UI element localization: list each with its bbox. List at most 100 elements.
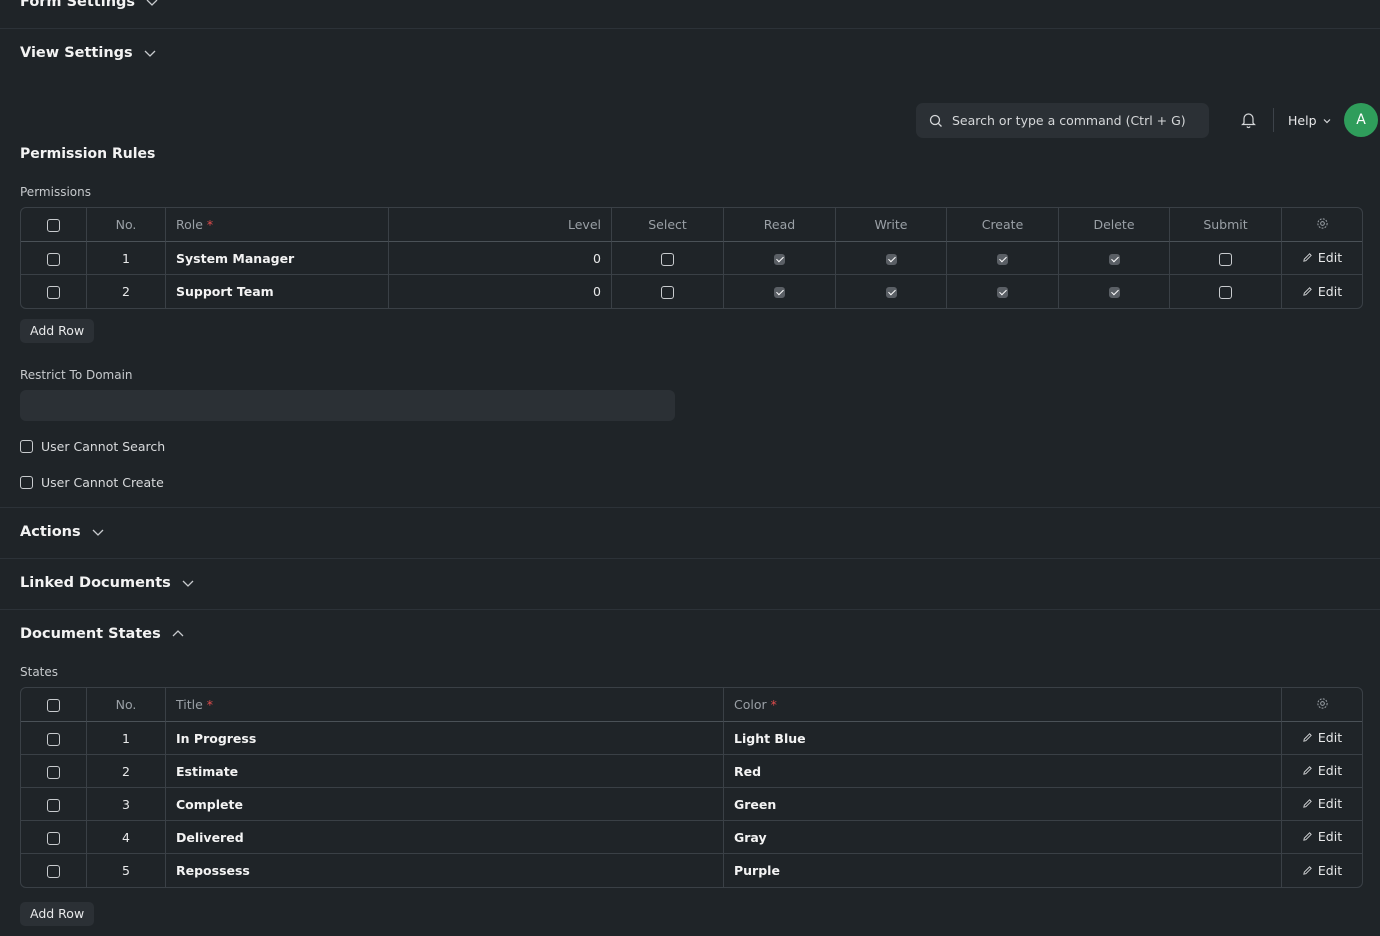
gear-icon	[1316, 217, 1328, 229]
row-color[interactable]: Light Blue	[724, 722, 1282, 755]
section-form-settings[interactable]: Form Settings	[20, 0, 159, 10]
states-label: States	[20, 665, 59, 679]
col-select: Select	[612, 208, 724, 242]
search-input[interactable]: Search or type a command (Ctrl + G)	[916, 103, 1209, 138]
permissions-add-row-button[interactable]: Add Row	[20, 319, 95, 343]
edit-row-button[interactable]: Edit	[1302, 250, 1342, 265]
row-title[interactable]: Repossess	[166, 854, 724, 887]
section-view-settings[interactable]: View Settings	[20, 45, 157, 61]
row-select-checkbox[interactable]	[47, 798, 60, 812]
column-settings-button[interactable]	[1282, 688, 1362, 722]
row-no: 3	[87, 788, 166, 821]
row-no: 4	[87, 821, 166, 854]
row-select-cell	[21, 821, 87, 854]
avatar[interactable]: A	[1344, 103, 1378, 137]
read-checkbox[interactable]	[774, 253, 785, 265]
row-no: 2	[87, 275, 166, 308]
row-select-checkbox[interactable]	[47, 286, 60, 299]
edit-label: Edit	[1317, 283, 1343, 299]
row-select-cell	[21, 854, 87, 887]
edit-row-button[interactable]: Edit	[1302, 829, 1342, 844]
user-cannot-search-field[interactable]: User Cannot Search	[20, 439, 165, 454]
create-checkbox[interactable]	[997, 287, 1008, 298]
delete-checkbox[interactable]	[1108, 253, 1120, 265]
row-select-cell	[21, 275, 87, 308]
row-title[interactable]: Estimate	[166, 755, 724, 788]
pencil-icon	[1303, 799, 1312, 808]
edit-row-button[interactable]: Edit	[1302, 284, 1342, 299]
help-dropdown[interactable]: Help	[1288, 113, 1332, 128]
notifications-button[interactable]	[1240, 111, 1257, 133]
edit-row-button[interactable]: Edit	[1302, 863, 1342, 878]
column-settings-button[interactable]	[1282, 208, 1362, 242]
row-edit-cell: Edit	[1282, 854, 1362, 887]
row-role[interactable]: System Manager	[166, 242, 389, 275]
col-read: Read	[724, 208, 836, 242]
states-add-row-button[interactable]: Add Row	[20, 902, 95, 926]
submit-checkbox[interactable]	[1219, 286, 1232, 299]
chevron-down-icon	[144, 50, 156, 57]
edit-label: Edit	[1317, 250, 1343, 265]
row-level[interactable]: 0	[389, 275, 612, 308]
select-checkbox[interactable]	[661, 252, 674, 266]
chevron-down-icon	[182, 580, 194, 587]
search-icon	[929, 114, 942, 127]
row-no: 5	[87, 854, 166, 887]
section-title: Form Settings	[20, 0, 136, 10]
user-cannot-create-field[interactable]: User Cannot Create	[20, 475, 164, 490]
edit-row-button[interactable]: Edit	[1302, 796, 1342, 811]
select-all-cell	[21, 688, 87, 722]
row-title[interactable]: Delivered	[166, 821, 724, 854]
row-color[interactable]: Red	[724, 755, 1282, 788]
section-title: Permission Rules	[20, 146, 156, 162]
submit-checkbox[interactable]	[1219, 252, 1232, 266]
row-select-checkbox[interactable]	[47, 865, 60, 878]
user-cannot-create-checkbox[interactable]	[20, 476, 33, 489]
row-color[interactable]: Green	[724, 788, 1282, 821]
col-title: Title *	[166, 688, 724, 722]
create-checkbox[interactable]	[997, 253, 1008, 265]
row-role[interactable]: Support Team	[166, 275, 389, 308]
section-actions[interactable]: Actions	[20, 524, 105, 540]
row-select-checkbox[interactable]	[47, 831, 60, 845]
select-all-checkbox[interactable]	[47, 219, 60, 232]
row-color[interactable]: Purple	[724, 854, 1282, 887]
user-cannot-search-checkbox[interactable]	[20, 440, 33, 453]
states-table: No. Title * Color * 1 In Progress Light Bl…	[20, 687, 1363, 888]
edit-row-button[interactable]: Edit	[1302, 730, 1342, 745]
row-title[interactable]: In Progress	[166, 722, 724, 755]
col-color: Color *	[724, 688, 1282, 722]
row-title[interactable]: Complete	[166, 788, 724, 821]
restrict-to-domain-input[interactable]	[20, 390, 675, 421]
row-select-checkbox[interactable]	[47, 732, 60, 746]
chevron-down-icon	[146, 0, 158, 6]
col-no: No.	[87, 208, 166, 242]
row-select-cell	[612, 275, 724, 308]
row-submit-cell	[1170, 275, 1282, 308]
row-color[interactable]: Gray	[724, 821, 1282, 854]
write-checkbox[interactable]	[885, 287, 897, 298]
navbar-separator	[1273, 108, 1274, 132]
table-row: 1 System Manager 0 Edit	[21, 242, 1362, 275]
edit-row-button[interactable]: Edit	[1302, 763, 1342, 778]
edit-label: Edit	[1317, 862, 1343, 878]
select-all-checkbox[interactable]	[47, 699, 60, 712]
row-level[interactable]: 0	[389, 242, 612, 275]
table-row: 4 Delivered Gray Edit	[21, 821, 1362, 854]
delete-checkbox[interactable]	[1108, 287, 1120, 298]
select-checkbox[interactable]	[661, 286, 674, 299]
pencil-icon	[1303, 865, 1312, 875]
section-title: Linked Documents	[20, 575, 171, 591]
pencil-icon	[1303, 733, 1312, 742]
table-row: 5 Repossess Purple Edit	[21, 854, 1362, 887]
select-all-cell	[21, 208, 87, 242]
row-select-checkbox[interactable]	[47, 765, 60, 779]
row-select-checkbox[interactable]	[47, 252, 60, 266]
section-document-states[interactable]: Document States	[20, 626, 185, 642]
required-mark: *	[206, 697, 214, 712]
section-linked-documents[interactable]: Linked Documents	[20, 575, 195, 591]
read-checkbox[interactable]	[774, 287, 785, 298]
pencil-icon	[1303, 253, 1312, 262]
row-select-cell	[21, 788, 87, 821]
write-checkbox[interactable]	[885, 253, 897, 265]
